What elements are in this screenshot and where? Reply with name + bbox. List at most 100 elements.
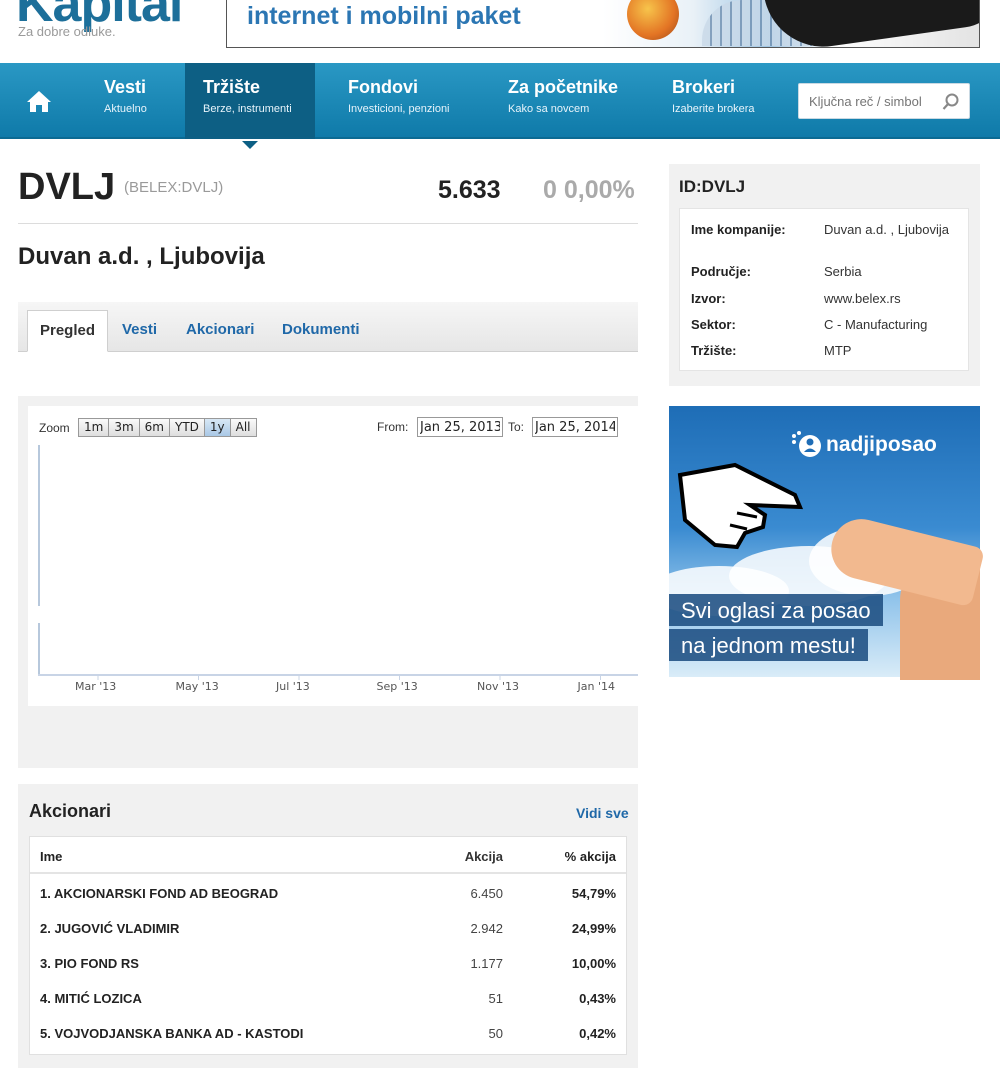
search-icon[interactable] xyxy=(942,93,960,111)
home-icon xyxy=(27,91,51,112)
field-label: Izvor: xyxy=(691,291,726,306)
field-value: MTP xyxy=(824,343,852,358)
exchange-code: (BELEX:DVLJ) xyxy=(124,179,224,196)
zoom-all-button[interactable]: All xyxy=(229,418,257,437)
shareholder-name: 5. VOJVODJANSKA BANKA AD - KASTODI xyxy=(40,1026,304,1041)
shareholder-shares: 51 xyxy=(488,991,503,1006)
zoom-1m-button[interactable]: 1m xyxy=(78,418,110,437)
zoom-ytd-button[interactable]: YTD xyxy=(168,418,205,437)
nav-item-trziste[interactable]: Tržište Berze, instrumenti xyxy=(185,63,315,149)
table-row: 4. MITIĆ LOZICA 51 0,43% xyxy=(30,979,626,1014)
tab-dokumenti[interactable]: Dokumenti xyxy=(282,310,360,352)
shareholder-percent: 0,42% xyxy=(579,1026,616,1041)
tab-akcionari[interactable]: Akcionari xyxy=(186,310,254,352)
table-row: 3. PIO FOND RS 1.177 10,00% xyxy=(30,944,626,979)
shareholder-shares: 1.177 xyxy=(470,956,503,971)
top-banner-ad[interactable]: internet i mobilni paket xyxy=(226,0,980,48)
x-tick-label: Mar '13 xyxy=(75,680,117,693)
shareholder-name: 4. MITIĆ LOZICA xyxy=(40,991,142,1006)
nav-item-subtitle: Berze, instrumenti xyxy=(203,103,292,115)
zoom-buttons: 1m 3m 6m YTD 1y All xyxy=(78,418,257,437)
zoom-label: Zoom xyxy=(39,421,70,435)
stock-ticker: DVLJ xyxy=(18,166,116,208)
x-tick-label: May '13 xyxy=(175,680,219,693)
field-value: C - Manufacturing xyxy=(824,317,928,332)
field-value: Duvan a.d. , Ljubovija xyxy=(824,222,950,237)
zoom-6m-button[interactable]: 6m xyxy=(138,418,170,437)
table-row: 5. VOJVODJANSKA BANKA AD - KASTODI 50 0,… xyxy=(30,1014,626,1049)
table-row: 2. JUGOVIĆ VLADIMIR 2.942 24,99% xyxy=(30,909,626,944)
header-name: Ime xyxy=(40,849,63,864)
x-tick-label: Nov '13 xyxy=(477,680,519,693)
nav-item-subtitle: Kako sa novcem xyxy=(508,103,590,115)
zoom-1y-button[interactable]: 1y xyxy=(203,418,231,437)
company-name: Duvan a.d. , Ljubovija xyxy=(18,243,265,270)
shareholder-name: 3. PIO FOND RS xyxy=(40,956,139,971)
zoom-3m-button[interactable]: 3m xyxy=(108,418,140,437)
x-tick-label: Jan '14 xyxy=(577,680,615,693)
nadjiposao-logo-icon xyxy=(792,431,821,457)
search-box xyxy=(798,83,970,119)
stock-price: 5.633 xyxy=(438,176,501,204)
see-all-link[interactable]: Vidi sve xyxy=(576,805,629,821)
nav-item-fondovi[interactable]: Fondovi Investicioni, penzioni xyxy=(330,63,468,139)
header-percent: % akcija xyxy=(564,849,616,864)
shareholder-shares: 50 xyxy=(488,1026,503,1041)
nav-item-title: Za početnike xyxy=(508,77,619,97)
nav-item-vesti[interactable]: Vesti Aktuelno xyxy=(86,63,165,139)
ad-text-line-2: na jednom mestu! xyxy=(669,629,868,661)
shareholders-title: Akcionari xyxy=(29,801,112,821)
shareholder-shares: 2.942 xyxy=(470,921,503,936)
hand-image xyxy=(763,0,979,47)
to-label: To: xyxy=(508,420,525,434)
shareholder-percent: 54,79% xyxy=(571,886,616,901)
search-input[interactable] xyxy=(799,84,937,118)
table-row: 1. AKCIONARSKI FOND AD BEOGRAD 6.450 54,… xyxy=(30,874,626,909)
nav-item-title: Brokeri xyxy=(672,77,736,97)
ad-brand: nadjiposao xyxy=(826,433,937,456)
to-date-input[interactable] xyxy=(532,417,618,437)
nav-item-subtitle: Investicioni, penzioni xyxy=(348,103,450,115)
nav-item-title: Vesti xyxy=(104,77,147,97)
field-label: Tržište: xyxy=(691,343,737,358)
field-value: www.belex.rs xyxy=(824,291,901,306)
from-date-input[interactable] xyxy=(417,417,503,437)
x-tick-label: Sep '13 xyxy=(376,680,418,693)
from-label: From: xyxy=(377,420,409,434)
nav-item-za-pocetnike[interactable]: Za početnike Kako sa novcem xyxy=(490,63,636,139)
header-shares: Akcija xyxy=(464,849,503,864)
tab-vesti[interactable]: Vesti xyxy=(122,310,157,352)
nav-item-subtitle: Aktuelno xyxy=(104,103,147,115)
shareholders-table: Ime Akcija % akcija 1. AKCIONARSKI FOND … xyxy=(29,836,627,1055)
nav-item-title: Tržište xyxy=(203,77,261,97)
table-header: Ime Akcija % akcija xyxy=(30,837,626,874)
balloon-image xyxy=(627,0,679,40)
shareholder-percent: 0,43% xyxy=(579,991,616,1006)
price-chart xyxy=(38,445,638,680)
site-tagline: Za dobre odluke. xyxy=(18,24,116,39)
shareholder-name: 1. AKCIONARSKI FOND AD BEOGRAD xyxy=(40,886,279,901)
main-nav: Vesti Aktuelno Tržište Berze, instrument… xyxy=(0,63,1000,149)
divider xyxy=(18,223,638,224)
top-banner-text: internet i mobilni paket xyxy=(247,2,521,30)
field-label: Područje: xyxy=(691,264,751,279)
company-id-title: ID:DVLJ xyxy=(679,177,746,196)
pointer-hand-icon xyxy=(677,462,804,550)
shareholder-percent: 10,00% xyxy=(571,956,616,971)
field-label: Sektor: xyxy=(691,317,736,332)
tab-pregled[interactable]: Pregled xyxy=(27,310,109,352)
x-tick-label: Jul '13 xyxy=(276,680,310,693)
field-label: Ime kompanije: xyxy=(691,222,786,237)
tab-bar: Pregled Vesti Akcionari Dokumenti xyxy=(18,302,638,352)
shareholder-shares: 6.450 xyxy=(470,886,503,901)
nav-item-subtitle: Izaberite brokera xyxy=(672,103,755,115)
field-value: Serbia xyxy=(824,264,862,279)
nav-item-title: Fondovi xyxy=(348,77,418,97)
nav-item-brokeri[interactable]: Brokeri Izaberite brokera xyxy=(654,63,773,139)
ad-text-line-1: Svi oglasi za posao xyxy=(669,594,883,626)
shareholder-percent: 24,99% xyxy=(571,921,616,936)
stock-change: 0 0,00% xyxy=(543,176,635,204)
shareholder-name: 2. JUGOVIĆ VLADIMIR xyxy=(40,921,180,936)
home-button[interactable] xyxy=(0,63,78,139)
site-header: Kapital Za dobre odluke. internet i mobi… xyxy=(0,0,1000,62)
